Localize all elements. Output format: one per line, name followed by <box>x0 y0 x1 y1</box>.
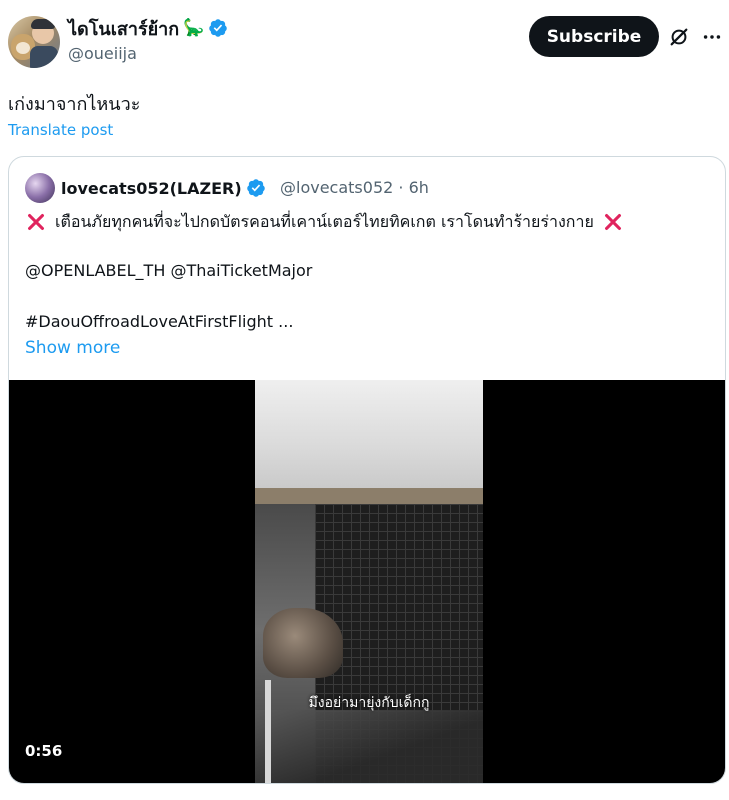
verified-badge-icon <box>246 179 265 197</box>
video-floor <box>255 710 483 783</box>
quoted-post-time[interactable]: 6h <box>409 178 429 197</box>
post-header: ไดโนเสาร์ย้าก 🦕 @oueiija Subscribe <box>0 0 729 70</box>
red-x-mark-icon <box>28 214 44 230</box>
show-more-link[interactable]: Show more <box>25 338 120 358</box>
video-duration: 0:56 <box>25 742 63 760</box>
subscribe-button[interactable]: Subscribe <box>529 16 659 57</box>
quoted-post[interactable]: lovecats052(LAZER) @lovecats052 · 6h เตื… <box>8 156 726 784</box>
author-display-name[interactable]: ไดโนเสาร์ย้าก 🦕 <box>68 16 228 40</box>
author-handle[interactable]: @oueiija <box>68 44 137 63</box>
quoted-author-avatar[interactable] <box>25 173 55 203</box>
video-player[interactable]: มึงอย่ามายุ่งกับเด็กกู 0:56 <box>9 380 725 783</box>
quoted-author-name-text: lovecats052(LAZER) <box>61 178 242 198</box>
quoted-post-mentions[interactable]: @OPENLABEL_TH @ThaiTicketMajor <box>25 261 312 280</box>
video-band <box>255 488 483 504</box>
post-text: เก่งมาจากไหนวะ <box>8 94 141 115</box>
avatar-person <box>31 19 55 44</box>
author-avatar[interactable] <box>8 16 60 68</box>
author-name-text: ไดโนเสาร์ย้าก <box>68 18 180 40</box>
video-person <box>263 608 343 678</box>
video-frame <box>255 380 483 783</box>
grok-icon[interactable] <box>668 26 690 48</box>
video-ceiling <box>255 380 483 492</box>
translate-post-link[interactable]: Translate post <box>8 121 113 139</box>
video-subtitle: มึงอย่ามายุ่งกับเด็กกู <box>308 695 430 711</box>
quoted-post-meta: @lovecats052 · 6h <box>280 178 429 197</box>
avatar-shirt <box>30 46 58 68</box>
quoted-post-text-line1: เตือนภัยทุกคนที่จะไปกดบัตรคอนที่เคาน์เตอ… <box>25 209 624 235</box>
dinosaur-emoji: 🦕 <box>183 18 205 38</box>
quoted-post-hashtag[interactable]: #DaouOffroadLoveAtFirstFlight ... <box>25 312 293 331</box>
verified-badge-icon <box>209 19 228 37</box>
red-x-mark-icon <box>604 214 621 230</box>
more-horizontal-icon[interactable] <box>701 27 723 47</box>
warning-text: เตือนภัยทุกคนที่จะไปกดบัตรคอนที่เคาน์เตอ… <box>55 211 594 231</box>
quoted-author-display-name[interactable]: lovecats052(LAZER) <box>61 176 266 200</box>
meta-separator: · <box>398 178 404 197</box>
quoted-author-handle[interactable]: @lovecats052 <box>280 178 393 197</box>
